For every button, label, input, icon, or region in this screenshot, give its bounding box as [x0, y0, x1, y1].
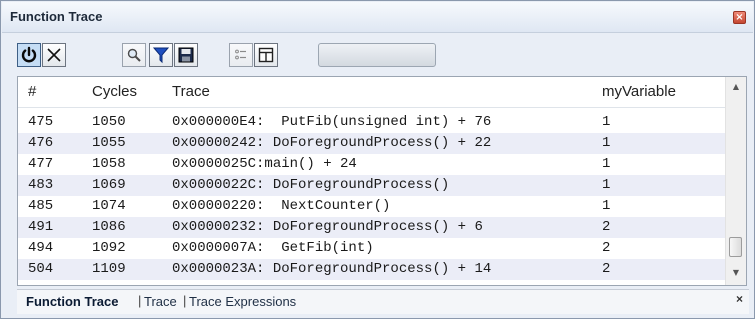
trace-progress-bar	[318, 43, 436, 67]
floppy-icon	[178, 47, 194, 63]
tab-separator: |	[183, 293, 187, 308]
magnifier-icon	[127, 48, 141, 62]
column-header-cycles[interactable]: Cycles	[92, 83, 137, 100]
cell-myvariable: 2	[602, 219, 611, 235]
table-row[interactable]: 504 1109 0x0000023A: DoForegroundProcess…	[18, 259, 726, 280]
clear-trace-button[interactable]	[42, 43, 66, 67]
function-trace-window: Function Trace × # Cycles Trace myVariab…	[0, 0, 755, 319]
tab-function-trace[interactable]: Function Trace	[26, 294, 118, 309]
column-header-trace[interactable]: Trace	[172, 83, 210, 100]
cell-number: 483	[28, 177, 54, 193]
title-bar: Function Trace ×	[2, 2, 753, 33]
table-row[interactable]: 485 1074 0x00000220: NextCounter() 1	[18, 196, 726, 217]
tab-separator: |	[138, 293, 142, 308]
vertical-scrollbar[interactable]: ▲ ▼	[725, 77, 746, 285]
cell-trace: 0x0000007A: GetFib(int)	[172, 240, 374, 256]
cell-number: 494	[28, 240, 54, 256]
cell-cycles: 1074	[92, 198, 126, 214]
power-toggle-button[interactable]	[17, 43, 41, 67]
table-row[interactable]: 477 1058 0x0000025C:main() + 24 1	[18, 154, 726, 175]
cell-number: 491	[28, 219, 54, 235]
close-icon	[47, 48, 61, 62]
cell-cycles: 1086	[92, 219, 126, 235]
table-row[interactable]: 475 1050 0x000000E4: PutFib(unsigned int…	[18, 112, 726, 133]
list-icon	[235, 49, 246, 60]
tab-bar: Function Trace | Trace | Trace Expressio…	[17, 289, 749, 314]
save-button[interactable]	[174, 43, 198, 67]
cell-number: 476	[28, 135, 54, 151]
table-row[interactable]: 483 1069 0x0000022C: DoForegroundProcess…	[18, 175, 726, 196]
tab-close-icon[interactable]: ×	[736, 292, 743, 306]
cell-trace: 0x00000220: NextCounter()	[172, 198, 391, 214]
table-row[interactable]: 491 1086 0x00000232: DoForegroundProcess…	[18, 217, 726, 238]
cell-number: 504	[28, 261, 54, 277]
columns-button[interactable]	[254, 43, 278, 67]
scroll-up-arrow[interactable]: ▲	[726, 79, 746, 95]
options-button[interactable]	[229, 43, 253, 67]
tab-trace[interactable]: Trace	[144, 294, 177, 309]
cell-trace: 0x000000E4: PutFib(unsigned int) + 76	[172, 114, 492, 130]
cell-trace: 0x0000023A: DoForegroundProcess() + 14	[172, 261, 492, 277]
cell-cycles: 1055	[92, 135, 126, 151]
window-close-button[interactable]: ×	[733, 11, 746, 24]
power-icon	[21, 46, 37, 63]
funnel-icon	[152, 47, 170, 64]
cell-cycles: 1050	[92, 114, 126, 130]
table-row[interactable]: 476 1055 0x00000242: DoForegroundProcess…	[18, 133, 726, 154]
cell-number: 475	[28, 114, 54, 130]
cell-myvariable: 2	[602, 240, 611, 256]
cell-trace: 0x0000025C:main() + 24	[172, 156, 357, 172]
trace-table: # Cycles Trace myVariable 475 1050 0x000…	[17, 76, 747, 286]
cell-myvariable: 1	[602, 156, 611, 172]
cell-cycles: 1092	[92, 240, 126, 256]
cell-trace: 0x00000242: DoForegroundProcess() + 22	[172, 135, 492, 151]
cell-myvariable: 1	[602, 198, 611, 214]
scrollbar-thumb[interactable]	[729, 237, 742, 257]
window-title: Function Trace	[10, 9, 103, 24]
cell-cycles: 1109	[92, 261, 126, 277]
cell-myvariable: 2	[602, 261, 611, 277]
table-icon	[258, 47, 274, 63]
cell-number: 485	[28, 198, 54, 214]
table-header: # Cycles Trace myVariable	[18, 77, 726, 108]
table-row[interactable]: 494 1092 0x0000007A: GetFib(int) 2	[18, 238, 726, 259]
cell-trace: 0x0000022C: DoForegroundProcess()	[172, 177, 450, 193]
scroll-down-arrow[interactable]: ▼	[726, 265, 746, 281]
cell-myvariable: 1	[602, 114, 611, 130]
cell-myvariable: 1	[602, 135, 611, 151]
cell-cycles: 1058	[92, 156, 126, 172]
column-header-myvariable[interactable]: myVariable	[602, 83, 676, 100]
cell-trace: 0x00000232: DoForegroundProcess() + 6	[172, 219, 483, 235]
cell-number: 477	[28, 156, 54, 172]
cell-myvariable: 1	[602, 177, 611, 193]
filter-button[interactable]	[149, 43, 173, 67]
tab-trace-expressions[interactable]: Trace Expressions	[189, 294, 296, 309]
column-header-number[interactable]: #	[28, 83, 36, 100]
find-button[interactable]	[122, 43, 146, 67]
cell-cycles: 1069	[92, 177, 126, 193]
